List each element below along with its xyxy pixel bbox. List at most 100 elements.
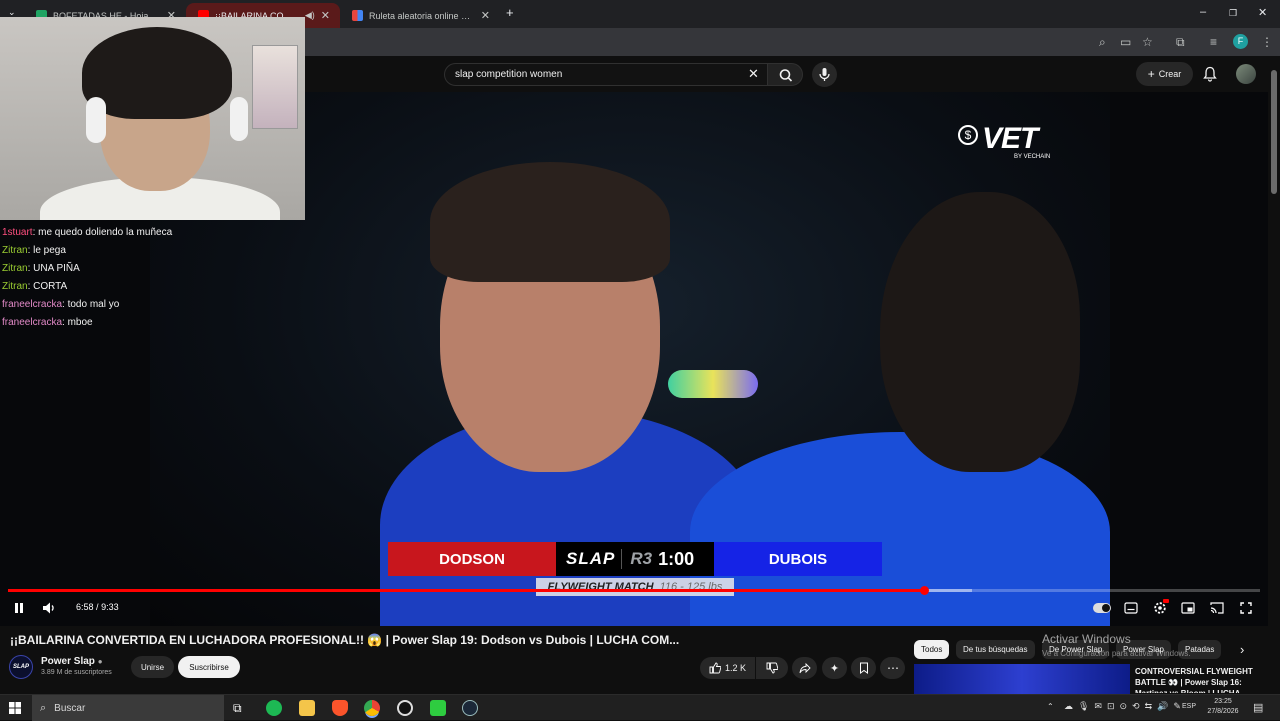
search-icon bbox=[779, 69, 793, 82]
chip-todos[interactable]: Todos bbox=[914, 640, 950, 659]
task-view-icon[interactable]: ⧉ bbox=[233, 700, 249, 716]
clock[interactable]: 23:25 27/8/2026 bbox=[1203, 697, 1243, 717]
windows-taskbar: ⌕ Buscar ⧉ ⌃ ☁🎙✉⊡⊙⟲⇆🔊✎ ESP 23:25 27/8/20… bbox=[0, 694, 1280, 721]
dislike-button[interactable] bbox=[756, 657, 788, 679]
vechain-coin-icon: $ bbox=[958, 125, 978, 145]
subscriber-count: 3.89 M de suscriptores bbox=[41, 669, 112, 676]
language-indicator[interactable]: ESP bbox=[1182, 703, 1196, 710]
search-button[interactable] bbox=[767, 63, 803, 86]
extensions-icon[interactable]: ⧉ bbox=[1176, 35, 1185, 49]
chat-text: mboe bbox=[67, 317, 93, 328]
obs-icon[interactable] bbox=[397, 700, 413, 716]
subtitles-icon[interactable] bbox=[1124, 602, 1138, 614]
chat-text: todo mal yo bbox=[67, 299, 120, 310]
audio-playing-icon[interactable]: ◀) bbox=[305, 10, 315, 21]
chat-username[interactable]: 1stuart bbox=[2, 227, 33, 238]
ask-ai-button[interactable]: ✦ bbox=[822, 657, 847, 679]
chat-username[interactable]: Zitran bbox=[2, 263, 28, 274]
more-horizontal-icon: ⋯ bbox=[887, 661, 899, 675]
hd-badge bbox=[1163, 599, 1169, 603]
chat-message: Zitran: le pega bbox=[2, 242, 302, 260]
time-display: 6:58 / 9:33 bbox=[76, 602, 119, 612]
zoom-icon[interactable]: ⌕ bbox=[1099, 35, 1106, 49]
pause-icon[interactable] bbox=[13, 602, 25, 614]
recommended-video-thumbnail[interactable] bbox=[914, 664, 1130, 694]
tab-title: Ruleta aleatoria online – ruleta bbox=[369, 10, 475, 21]
video-title: ¡¡BAILARINA CONVERTIDA EN LUCHADORA PROF… bbox=[10, 633, 680, 647]
steam-icon[interactable] bbox=[462, 700, 478, 716]
chat-text: CORTA bbox=[33, 281, 68, 292]
tab-ruleta[interactable]: Ruleta aleatoria online – ruleta ✕ bbox=[340, 3, 500, 28]
scoreboard-center: SLAP R3 1:00 bbox=[556, 542, 714, 576]
close-tab-icon[interactable]: ✕ bbox=[321, 9, 330, 22]
chat-text: me quedo doliendo la muñeca bbox=[38, 227, 173, 238]
scoreboard-blue-fighter: DUBOIS bbox=[714, 542, 882, 576]
notification-center-icon[interactable]: ▤ bbox=[1253, 701, 1263, 714]
sparkle-icon: ✦ bbox=[829, 662, 840, 675]
chip-de-tus-busquedas[interactable]: De tus búsquedas bbox=[956, 640, 1035, 659]
share-button[interactable] bbox=[792, 657, 817, 679]
bookmark-star-icon[interactable]: ☆ bbox=[1142, 35, 1153, 49]
cast-icon[interactable]: ▭ bbox=[1120, 35, 1131, 49]
clear-search-icon[interactable]: ✕ bbox=[748, 66, 759, 82]
scoreboard-clock: 1:00 bbox=[658, 548, 695, 569]
settings-gear-icon[interactable] bbox=[1153, 601, 1167, 615]
fullscreen-icon[interactable] bbox=[1240, 602, 1252, 614]
close-tab-icon[interactable]: ✕ bbox=[481, 9, 490, 22]
green-app-icon[interactable] bbox=[430, 700, 446, 716]
subscribe-button[interactable]: Suscribirse bbox=[178, 656, 240, 678]
search-input[interactable]: slap competition women bbox=[444, 63, 768, 86]
reading-list-icon[interactable]: ≡ bbox=[1210, 35, 1217, 49]
close-window-icon[interactable]: ✕ bbox=[1258, 6, 1267, 19]
chips-next-arrow-icon[interactable]: › bbox=[1240, 642, 1244, 657]
save-button[interactable] bbox=[851, 657, 876, 679]
clock-date: 27/8/2026 bbox=[1207, 708, 1239, 715]
taskbar-search-box[interactable]: ⌕ Buscar bbox=[32, 695, 224, 721]
profile-avatar-icon[interactable]: F bbox=[1233, 34, 1248, 49]
chrome-icon[interactable] bbox=[364, 700, 380, 716]
chat-text: le pega bbox=[33, 245, 66, 256]
channel-avatar[interactable]: SLAP bbox=[9, 655, 33, 679]
chat-username[interactable]: franeelcracka bbox=[2, 317, 62, 328]
sponsor-logo: VET bbox=[982, 122, 1038, 155]
spotify-icon[interactable] bbox=[266, 700, 282, 716]
chat-username[interactable]: Zitran bbox=[2, 281, 28, 292]
chat-username[interactable]: Zitran bbox=[2, 245, 28, 256]
like-button[interactable]: 1.2 K bbox=[700, 657, 755, 679]
thumbs-up-icon bbox=[709, 662, 721, 674]
minimize-icon[interactable]: – bbox=[1200, 6, 1206, 18]
miniplayer-icon[interactable] bbox=[1181, 602, 1195, 614]
system-tray-icons[interactable]: ☁🎙✉⊡⊙⟲⇆🔊✎ bbox=[1064, 701, 1186, 712]
brave-browser-icon[interactable] bbox=[332, 700, 348, 716]
create-button[interactable]: + Crear bbox=[1136, 62, 1193, 86]
progress-bar[interactable] bbox=[8, 586, 1260, 595]
file-explorer-icon[interactable] bbox=[299, 700, 315, 716]
page-scrollbar[interactable] bbox=[1268, 56, 1280, 694]
voice-search-button[interactable] bbox=[812, 62, 837, 87]
channel-name[interactable]: Power Slap ● bbox=[41, 656, 103, 667]
mouthguard bbox=[668, 370, 758, 398]
scrollbar-thumb[interactable] bbox=[1271, 70, 1277, 194]
account-avatar[interactable] bbox=[1236, 64, 1256, 84]
join-button[interactable]: Unirse bbox=[131, 656, 174, 678]
progress-scrubber[interactable] bbox=[919, 586, 929, 595]
notifications-bell-icon[interactable] bbox=[1203, 66, 1217, 82]
restore-icon[interactable]: ❐ bbox=[1229, 8, 1237, 19]
cast-icon[interactable] bbox=[1210, 602, 1224, 614]
more-actions-button[interactable]: ⋯ bbox=[880, 657, 905, 679]
channel-avatar-text: SLAP bbox=[12, 664, 29, 670]
menu-kebab-icon[interactable]: ⋮ bbox=[1261, 35, 1273, 49]
recommended-video-title[interactable]: CONTROVERSIAL FLYWEIGHT BATTLE 👀 | Power… bbox=[1135, 666, 1275, 693]
volume-icon[interactable] bbox=[42, 601, 56, 615]
chat-message: 1stuart: me quedo doliendo la muñeca bbox=[2, 224, 302, 242]
autoplay-toggle[interactable] bbox=[1093, 603, 1111, 613]
activate-windows-sub: Ve a Configuración para activar Windows. bbox=[1042, 649, 1191, 658]
wall-poster bbox=[252, 45, 298, 129]
windows-start-icon[interactable] bbox=[9, 702, 21, 714]
chat-username[interactable]: franeelcracka bbox=[2, 299, 62, 310]
new-tab-button[interactable]: + bbox=[506, 5, 514, 20]
stream-chat: 1stuart: me quedo doliendo la muñeca Zitr… bbox=[2, 224, 302, 332]
tray-chevron-icon[interactable]: ⌃ bbox=[1047, 702, 1054, 711]
share-arrow-icon bbox=[799, 662, 811, 674]
slap-logo: SLAP bbox=[566, 549, 616, 568]
